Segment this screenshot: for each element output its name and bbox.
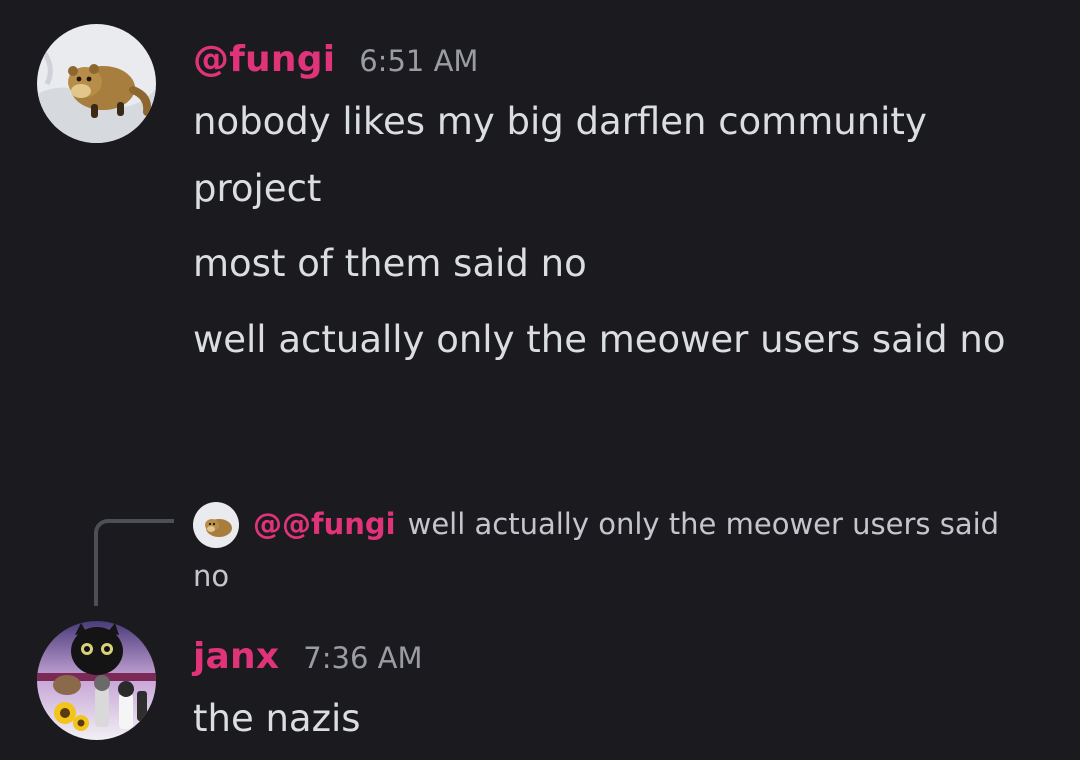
reply-connector [94,519,174,606]
message-text: the nazis [193,697,361,740]
message-text: well actually only the meower users said… [193,318,1006,361]
username[interactable]: janx [193,631,279,683]
reply-preview[interactable]: @@fungi well actually only the meower use… [193,498,1013,602]
reply-mention[interactable]: @@fungi [253,507,396,541]
chat-log: @fungi 6:51 AM nobody likes my big darfl… [0,0,1080,760]
message-text: nobody likes my big darflen community pr… [193,100,927,210]
user-avatar[interactable] [37,24,156,143]
message-header: janx 7:36 AM [193,631,423,684]
timestamp[interactable]: 7:36 AM [303,632,422,684]
timestamp[interactable]: 6:51 AM [359,35,478,87]
message-text: most of them said no [193,242,587,285]
reply-avatar[interactable] [193,502,239,548]
message-header: @fungi 6:51 AM [193,34,478,87]
user-avatar[interactable] [37,621,156,740]
username[interactable]: @fungi [193,34,335,86]
